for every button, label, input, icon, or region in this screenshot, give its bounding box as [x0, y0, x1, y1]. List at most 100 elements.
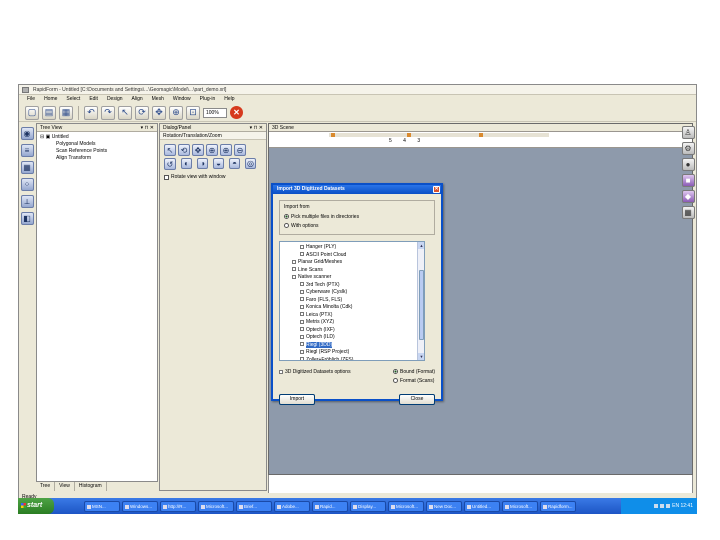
person-icon[interactable]: ♙ [681, 126, 695, 139]
new-icon[interactable]: ▢ [25, 105, 39, 120]
taskbar-task[interactable]: Microsoft... [502, 500, 538, 512]
open-icon[interactable]: ▤ [42, 105, 56, 120]
iso-view-icon[interactable]: ◎ [245, 158, 256, 169]
dialog-panel-controls[interactable]: ▾ ⊓ ✕ [250, 124, 263, 132]
rotate-view-checkbox[interactable] [164, 174, 169, 180]
format-list-item[interactable]: Konica Minolta (Cdk) [282, 304, 424, 312]
save-icon[interactable]: ▦ [59, 105, 73, 120]
format-list-item[interactable]: Faro (FLS, FLS) [282, 297, 424, 305]
start-button[interactable]: start [18, 498, 54, 514]
taskbar-task[interactable]: Untitled... [464, 500, 500, 512]
points-icon[interactable]: ⁘ [20, 178, 34, 191]
menu-window[interactable]: Window [173, 95, 191, 104]
format-tree-list[interactable]: Hanger (PLY) ASCII Point Cloud Planar Grid… [279, 241, 425, 361]
taskbar-task[interactable]: http://R... [160, 500, 196, 512]
taskbar-task[interactable]: MSN... [84, 500, 120, 512]
gear-icon[interactable]: ⚙ [681, 142, 695, 155]
format-list-item[interactable]: Zoller+Fröhlich (ZFS) [282, 357, 424, 360]
menu-select[interactable]: Select [66, 95, 80, 104]
checkbox-icon[interactable] [300, 319, 304, 324]
taskbar-task[interactable]: Rapid... [312, 500, 348, 512]
radio-button[interactable] [284, 214, 289, 220]
box-icon[interactable]: ■ [681, 174, 695, 187]
checkbox-icon[interactable] [300, 244, 304, 249]
taskbar-task[interactable]: Display... [350, 500, 386, 512]
zoom-in-icon[interactable]: ⊕ [220, 144, 232, 156]
zoom-box-icon[interactable]: ⊕ [206, 144, 218, 156]
undo-icon[interactable]: ↶ [84, 105, 98, 120]
list-scrollbar[interactable]: ▲ ▼ [417, 242, 424, 360]
globe-icon[interactable]: ◉ [20, 127, 34, 140]
tray-icon[interactable] [654, 504, 659, 508]
expand-icon[interactable] [292, 274, 296, 279]
front-view-icon[interactable]: ◐ [181, 158, 192, 169]
import-mode-option-2[interactable]: With options [284, 222, 430, 231]
tab-view[interactable]: View [55, 482, 75, 491]
format-list-item[interactable]: ASCII Point Cloud [282, 252, 424, 260]
menu-plugin[interactable]: Plug-in [200, 95, 216, 104]
checkbox-icon[interactable] [300, 297, 304, 302]
menu-home[interactable]: Home [44, 95, 57, 104]
checkbox-icon[interactable] [300, 357, 304, 360]
scroll-down-icon[interactable]: ▼ [418, 353, 424, 360]
cube-icon[interactable]: ◧ [20, 212, 34, 225]
import-button[interactable]: Import [279, 394, 315, 405]
scroll-thumb[interactable] [419, 270, 424, 340]
rotate-view-checkbox-row[interactable]: Rotate view with window [160, 170, 266, 180]
scroll-up-icon[interactable]: ▲ [418, 242, 424, 249]
back-view-icon[interactable]: ◑ [197, 158, 208, 169]
radio-button[interactable] [284, 223, 289, 229]
taskbar-task[interactable]: Microsoft... [198, 500, 234, 512]
side-view-icon[interactable]: ◒ [213, 158, 224, 169]
zoom-combo[interactable]: 100% [203, 107, 227, 118]
move-icon[interactable]: ✥ [152, 105, 166, 120]
menu-file[interactable]: File [27, 95, 35, 104]
checkbox-icon[interactable] [300, 327, 304, 332]
taskbar-task[interactable]: Adobe... [274, 500, 310, 512]
menu-mesh[interactable]: Mesh [152, 95, 164, 104]
tray-icon[interactable] [660, 504, 665, 508]
stop-icon[interactable]: ✕ [230, 106, 243, 119]
top-view-icon[interactable]: ◓ [229, 158, 240, 169]
format-list-item[interactable]: Optech (IXF) [282, 327, 424, 335]
checkbox-icon[interactable] [300, 312, 304, 317]
format-list-item[interactable]: Riegl (3DD) [282, 341, 424, 350]
menu-align[interactable]: Align [132, 95, 143, 104]
radio-button[interactable] [392, 378, 398, 384]
import-mode-option-1[interactable]: Pick multiple files in directories [284, 213, 430, 222]
expand-icon[interactable] [292, 267, 296, 272]
measure-icon[interactable]: ⟂ [20, 195, 34, 208]
tree-item-align-transform[interactable]: Align Transform [40, 155, 157, 162]
tree-panel-controls[interactable]: ▾ ⊓ ✕ [141, 124, 154, 132]
taskbar-task[interactable]: Brief... [236, 500, 272, 512]
format-list-item[interactable]: Native scanner [282, 274, 424, 282]
format-list-item[interactable]: Line Scans [282, 267, 424, 275]
tab-histogram[interactable]: Histogram [75, 482, 107, 491]
format-list-item[interactable]: Leica (PTX) [282, 312, 424, 320]
checkbox-icon[interactable] [300, 334, 304, 339]
import-dialog-title-bar[interactable]: Import 3D Digitized Datasets ✕ [273, 185, 441, 194]
expand-icon[interactable] [292, 259, 296, 264]
quick-launch[interactable] [56, 501, 82, 511]
format-list-item[interactable]: Hanger (PLY) [282, 244, 424, 252]
zoom-out-icon[interactable]: ⊖ [234, 144, 246, 156]
format-option-1[interactable]: Bound (Format) [392, 368, 435, 377]
select-icon[interactable]: ↖ [118, 105, 132, 120]
menu-design[interactable]: Design [107, 95, 123, 104]
layers-icon[interactable]: ≡ [20, 144, 34, 157]
sphere-icon[interactable]: ● [681, 158, 695, 171]
tree-item-scan-reference-points[interactable]: Scan Reference Points [40, 148, 157, 155]
checkbox-icon[interactable] [300, 282, 304, 287]
shield-icon[interactable]: ◆ [681, 190, 695, 203]
rotate-view-icon[interactable]: ⟲ [178, 144, 190, 156]
taskbar-task[interactable]: New Doc... [426, 500, 462, 512]
pan-view-icon[interactable]: ✥ [192, 144, 204, 156]
taskbar-task[interactable]: Rapidform... [540, 500, 576, 512]
checkbox-icon[interactable] [300, 342, 304, 347]
rotate-icon[interactable]: ⟳ [135, 105, 149, 120]
title-bar[interactable]: RapidForm - Untitled [C:\Documents and S… [19, 85, 696, 95]
format-list-item[interactable]: Cyberware (Cyslk) [282, 289, 424, 297]
redo-icon[interactable]: ↷ [101, 105, 115, 120]
taskbar-task[interactable]: Microsoft... [388, 500, 424, 512]
tree-item-polygonal-models[interactable]: Polygonal Models [40, 141, 157, 148]
